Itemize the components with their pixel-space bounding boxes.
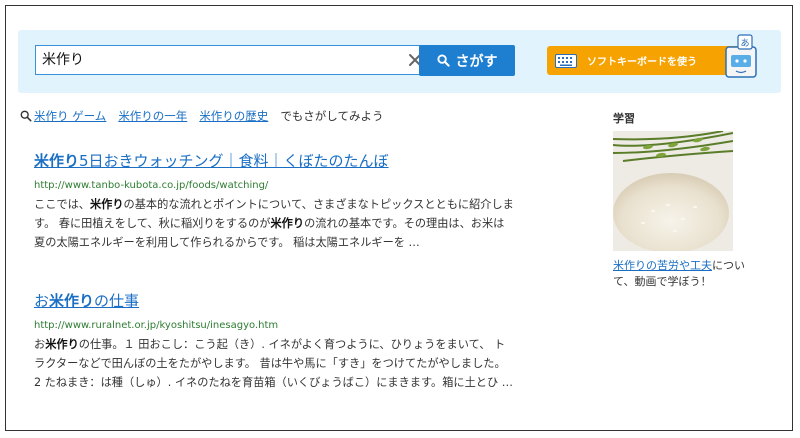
result-title-link[interactable]: 米作り5日おきウォッチング｜食料｜くぼたのたんぼ <box>34 150 514 171</box>
search-button[interactable]: さがす <box>419 45 515 76</box>
sidebar-caption: 米作りの苦労や工夫について、動画で学ぼう！ <box>613 259 745 288</box>
related-link[interactable]: 米作りの一年 <box>118 108 187 124</box>
search-input[interactable] <box>42 46 382 74</box>
search-field[interactable] <box>35 45 432 75</box>
search-result: お米作りの仕事 http://www.ruralnet.or.jp/kyoshi… <box>34 290 514 392</box>
search-icon <box>20 110 32 122</box>
result-url: http://www.tanbo-kubota.co.jp/foods/watc… <box>34 180 269 191</box>
svg-text:あ: あ <box>740 38 749 49</box>
related-searches: 米作り ゲーム 米作りの一年 米作りの歴史 でもさがしてみよう <box>20 108 383 124</box>
result-snippet: お米作りの仕事。１ 田おこし：こう起（き）. イネがよく育つように、ひりょうをま… <box>34 338 513 389</box>
result-url: http://www.ruralnet.or.jp/kyoshitsu/ines… <box>34 320 279 331</box>
mascot-icon: あ <box>725 34 757 78</box>
related-link[interactable]: 米作りの歴史 <box>199 108 268 124</box>
search-button-label: さがす <box>455 53 498 70</box>
sidebar-link[interactable]: 米作りの苦労や工夫 <box>613 259 712 272</box>
sidebar-heading: 学習 <box>613 112 635 125</box>
related-tail-text: でもさがしてみよう <box>280 109 384 123</box>
search-result: 米作り5日おきウォッチング｜食料｜くぼたのたんぼ http://www.tanb… <box>34 150 514 252</box>
search-bar: さがす ソフトキーボードを使う あ <box>18 30 781 93</box>
rice-image[interactable] <box>613 131 733 251</box>
search-icon <box>436 54 450 67</box>
related-link[interactable]: 米作り ゲーム <box>34 108 106 124</box>
keyboard-icon <box>555 53 577 68</box>
result-title-link[interactable]: お米作りの仕事 <box>34 290 514 311</box>
result-snippet: ここでは、米作りの基本的な流れとポイントについて、さまざまなトピックスとともに紹… <box>34 198 514 249</box>
soft-keyboard-label: ソフトキーボードを使う <box>587 57 697 68</box>
